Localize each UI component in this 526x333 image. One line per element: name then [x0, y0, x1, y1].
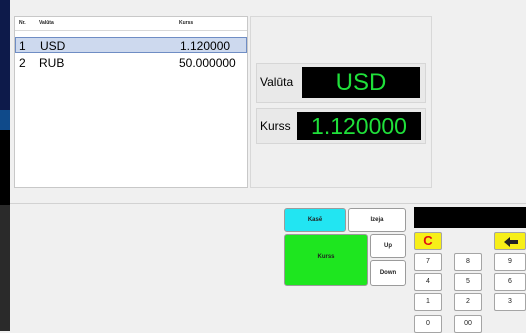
numpad-key-0[interactable]: 0 [414, 315, 442, 333]
cell-nr: 2 [19, 56, 26, 70]
kurss-label: Kurss [260, 119, 291, 133]
clear-button[interactable]: C [414, 232, 442, 250]
cell-nr: 1 [19, 39, 26, 53]
numpad-key-9[interactable]: 9 [494, 253, 526, 271]
numpad-key-4[interactable]: 4 [414, 273, 442, 291]
numpad-key-2[interactable]: 2 [454, 293, 482, 311]
numpad-key-7[interactable]: 7 [414, 253, 442, 271]
cell-valuta: RUB [39, 56, 65, 70]
currency-table: Nr. Valūta Kurss 1 USD 1.120000 2 RUB 50… [14, 16, 248, 188]
table-row[interactable]: 1 USD 1.120000 [15, 37, 247, 53]
cell-kurss: 1.120000 [180, 39, 231, 53]
izeja-button[interactable]: Izeja [348, 208, 406, 232]
window-edge [0, 110, 10, 130]
cell-valuta: USD [40, 39, 66, 53]
backspace-button[interactable] [494, 232, 526, 250]
column-header-valuta[interactable]: Valūta [39, 20, 54, 26]
column-header-kurss[interactable]: Kurss [179, 20, 193, 26]
divider [10, 203, 526, 204]
kurss-display: 1.120000 [297, 112, 421, 140]
valuta-display: USD [302, 67, 420, 98]
numpad-key-5[interactable]: 5 [454, 273, 482, 291]
header-divider [15, 30, 247, 31]
table-row[interactable]: 2 RUB 50.000000 [15, 55, 247, 71]
numpad-key-1[interactable]: 1 [414, 293, 442, 311]
numpad-key-6[interactable]: 6 [494, 273, 526, 291]
numpad-key-00[interactable]: 00 [454, 315, 482, 333]
cell-kurss: 50.000000 [179, 56, 236, 70]
down-button[interactable]: Down [370, 260, 406, 286]
column-header-nr[interactable]: Nr. [19, 20, 26, 26]
numpad-key-3[interactable]: 3 [494, 293, 526, 311]
up-button[interactable]: Up [370, 234, 406, 258]
valuta-label: Valūta [260, 75, 294, 89]
window-edge [0, 205, 10, 331]
numpad-display [414, 207, 526, 228]
numpad-key-8[interactable]: 8 [454, 253, 482, 271]
kase-button[interactable]: Kasē [284, 208, 346, 232]
window-edge [0, 0, 10, 110]
kurss-button[interactable]: Kurss [284, 234, 368, 286]
arrow-left-icon [504, 237, 518, 247]
